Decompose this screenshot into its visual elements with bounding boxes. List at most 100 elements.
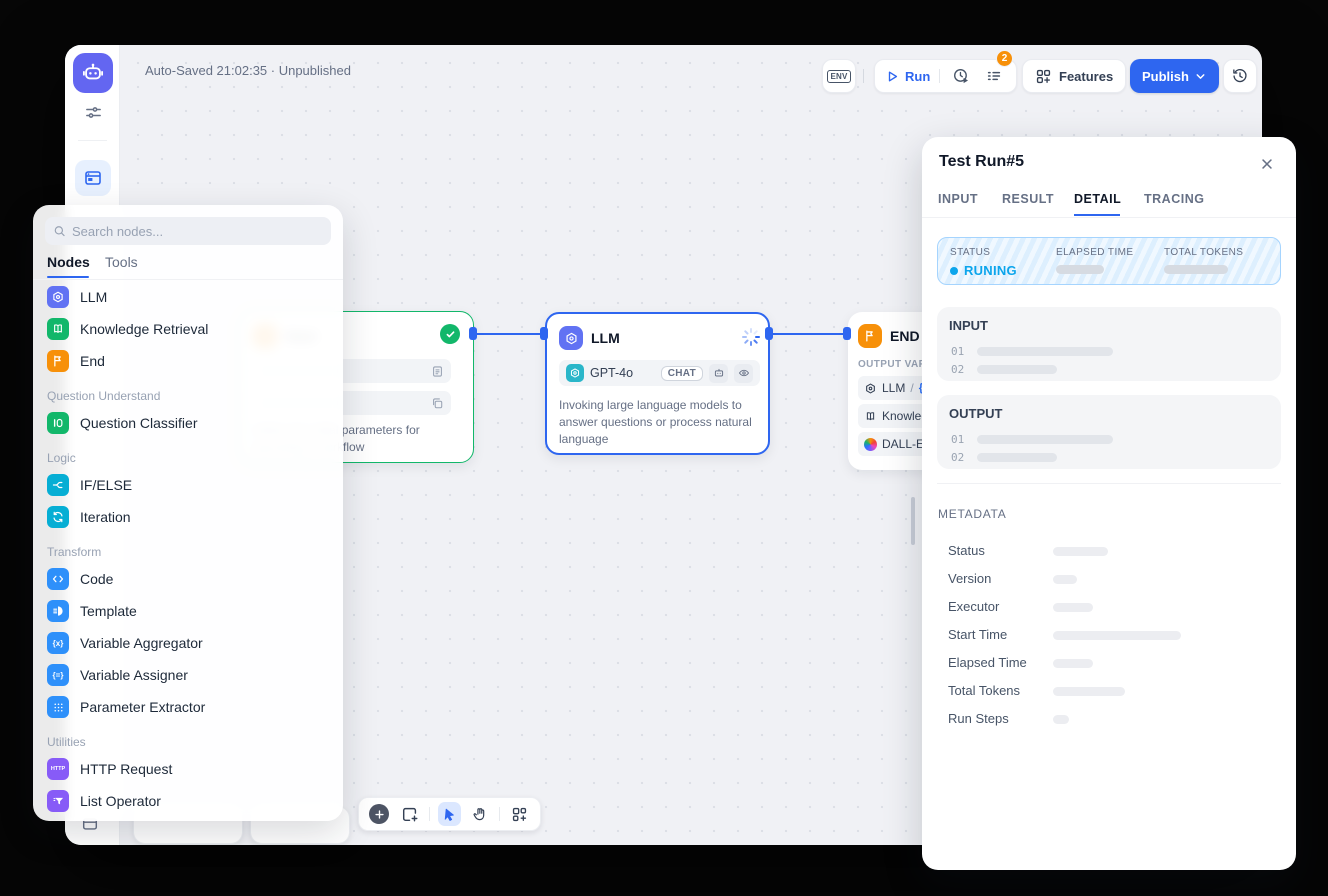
workflow-settings-icon[interactable] [82, 101, 104, 123]
env-icon: ENV [827, 70, 850, 83]
node-item-parameter-extractor[interactable]: Parameter Extractor [41, 691, 335, 723]
tab-result[interactable]: RESULT [1002, 192, 1054, 206]
if-else-icon [47, 474, 69, 496]
question-classifier-icon [47, 412, 69, 434]
model-mode-badge: CHAT [661, 366, 703, 381]
node-item-if-else[interactable]: IF/ELSE [41, 469, 335, 501]
node-search-panel: Nodes Tools LLM Knowledge Retrieval End … [33, 205, 343, 821]
plus-icon [374, 809, 385, 820]
meta-status-label: Status [948, 543, 985, 558]
pointer-tool-button[interactable] [438, 802, 461, 826]
iteration-icon [47, 506, 69, 528]
hand-tool-button[interactable] [469, 802, 492, 826]
autosave-status: Auto-Saved 21:02:35 · Unpublished [145, 63, 351, 78]
meta-executor-label: Executor [948, 599, 999, 614]
cursor-icon [442, 807, 457, 822]
node-item-iteration[interactable]: Iteration [41, 501, 335, 533]
start-output-handle[interactable] [469, 327, 477, 340]
meta-elapsed-time-label: Elapsed Time [948, 655, 1027, 670]
search-input[interactable] [72, 224, 323, 239]
llm-node-title: LLM [591, 330, 620, 346]
output-line-placeholder [977, 453, 1057, 462]
meta-version-value-placeholder [1053, 575, 1077, 584]
meta-version-label: Version [948, 571, 991, 586]
checklist-icon[interactable] [982, 64, 1006, 88]
llm-output-handle[interactable] [765, 327, 773, 340]
rail-divider [78, 140, 107, 141]
variable-assigner-icon: {=} [47, 664, 69, 686]
run-play-icon [885, 69, 900, 84]
tab-input[interactable]: INPUT [938, 192, 978, 206]
section-logic: Logic [47, 451, 76, 465]
node-item-knowledge-retrieval[interactable]: Knowledge Retrieval [41, 313, 335, 345]
tab-nodes[interactable]: Nodes [47, 254, 90, 270]
meta-run-steps-label: Run Steps [948, 711, 1009, 726]
node-item-variable-assigner[interactable]: {=} Variable Assigner [41, 659, 335, 691]
app-logo-robot-icon[interactable] [73, 53, 113, 93]
meta-start-time-label: Start Time [948, 627, 1007, 642]
list-operator-icon [47, 790, 69, 812]
features-button[interactable]: Features [1022, 59, 1126, 93]
env-button[interactable]: ENV [822, 59, 856, 93]
add-note-icon [401, 805, 419, 823]
status-label: STATUS [950, 247, 990, 258]
meta-total-tokens-value-placeholder [1053, 687, 1125, 696]
output-line-placeholder [977, 435, 1113, 444]
add-node-button[interactable] [368, 802, 391, 826]
node-item-llm[interactable]: LLM [41, 281, 335, 313]
llm-input-handle[interactable] [540, 327, 548, 340]
active-tab-underline [47, 276, 89, 278]
organize-nodes-button[interactable] [508, 802, 531, 826]
meta-executor-value-placeholder [1053, 603, 1093, 612]
gpt-model-icon [566, 364, 584, 382]
section-utilities: Utilities [47, 735, 86, 749]
llm-model-name: GPT-4o [590, 366, 655, 380]
toolbar-divider [863, 69, 864, 83]
parameter-extractor-icon [47, 696, 69, 718]
publish-button[interactable]: Publish [1130, 59, 1219, 93]
plugins-window-icon[interactable] [75, 160, 111, 196]
node-item-http-request[interactable]: HTTP HTTP Request [41, 753, 335, 785]
canvas-scrollbar[interactable] [911, 497, 915, 545]
node-item-list-operator[interactable]: List Operator [41, 785, 335, 817]
close-icon[interactable] [1256, 153, 1278, 175]
end-node-icon [858, 324, 882, 348]
running-spinner-icon [741, 327, 761, 352]
search-icon [53, 224, 66, 238]
edge-llm-to-end [770, 333, 849, 335]
history-button[interactable] [1223, 59, 1257, 93]
test-run-title: Test Run#5 [939, 153, 1024, 171]
tab-tools[interactable]: Tools [105, 254, 138, 270]
llm-node[interactable]: LLM GPT-4o CHAT Invoking large language … [545, 312, 770, 455]
node-item-question-classifier[interactable]: Question Classifier [41, 407, 335, 439]
vision-robot-icon [709, 364, 728, 383]
variable-aggregator-icon: {x} [47, 632, 69, 654]
add-note-button[interactable] [399, 802, 422, 826]
elapsed-time-placeholder [1056, 265, 1104, 274]
end-input-handle[interactable] [843, 327, 851, 340]
copy-icon [431, 397, 444, 410]
input-card: INPUT 01 02 [937, 307, 1281, 381]
node-item-end[interactable]: End [41, 345, 335, 377]
tab-detail[interactable]: DETAIL [1074, 192, 1121, 206]
llm-node-description: Invoking large language models to answer… [559, 397, 761, 447]
code-icon [47, 568, 69, 590]
section-transform: Transform [47, 545, 101, 559]
run-button[interactable]: Run [885, 69, 930, 84]
output-title: OUTPUT [949, 406, 1002, 421]
llm-var-icon [864, 382, 877, 395]
status-value: RUNING [950, 263, 1017, 278]
eye-icon [734, 364, 753, 383]
meta-start-time-value-placeholder [1053, 631, 1181, 640]
tab-tracing[interactable]: TRACING [1144, 192, 1204, 206]
node-item-code[interactable]: Code [41, 563, 335, 595]
section-question-understand: Question Understand [47, 389, 160, 403]
node-item-variable-aggregator[interactable]: {x} Variable Aggregator [41, 627, 335, 659]
http-request-icon: HTTP [47, 758, 69, 780]
node-item-template[interactable]: Template [41, 595, 335, 627]
features-grid-icon [1035, 68, 1052, 85]
success-check-icon [440, 324, 460, 344]
hand-icon [472, 806, 488, 822]
llm-model-selector[interactable]: GPT-4o CHAT [559, 360, 760, 386]
schedule-icon[interactable] [949, 64, 973, 88]
